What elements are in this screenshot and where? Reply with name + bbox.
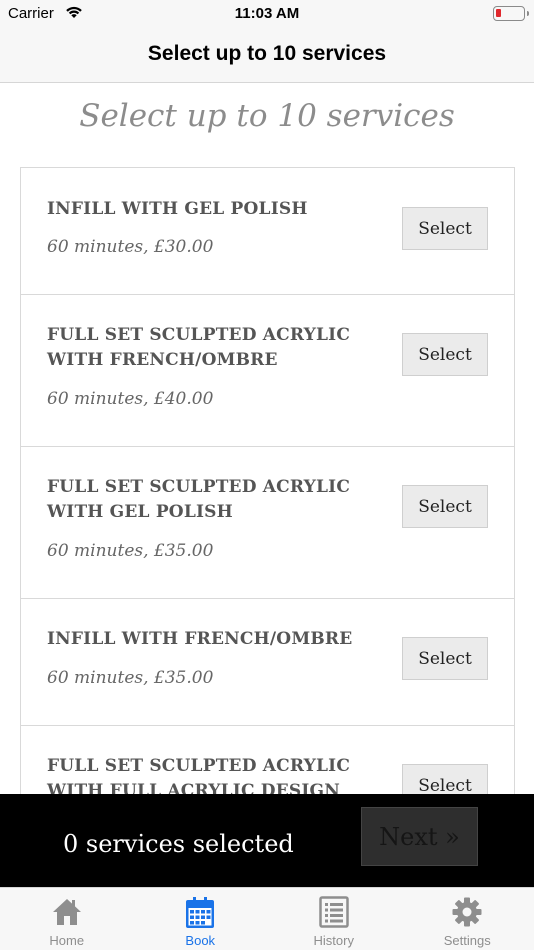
service-duration-price: 60 minutes, £35.00 bbox=[47, 541, 214, 561]
tab-label: History bbox=[313, 933, 354, 948]
service-name: FULL SET SCULPTED ACRYLIC WITH FRENCH/OM… bbox=[47, 325, 351, 370]
gear-icon bbox=[451, 896, 483, 933]
service-name: INFILL WITH GEL POLISH bbox=[47, 199, 308, 219]
clock: 11:03 AM bbox=[234, 5, 300, 22]
tab-settings[interactable]: Settings bbox=[401, 888, 534, 950]
tab-label: Home bbox=[49, 933, 85, 948]
service-row: INFILL WITH FRENCH/OMBRE 60 minutes, £35… bbox=[21, 599, 514, 726]
service-duration-price: 60 minutes, £40.00 bbox=[47, 389, 214, 409]
service-row: FULL SET SCULPTED ACRYLIC WITH FULL ACRY… bbox=[21, 726, 514, 794]
home-icon bbox=[51, 896, 83, 933]
service-name: FULL SET SCULPTED ACRYLIC WITH FULL ACRY… bbox=[47, 756, 351, 794]
nav-title: Select up to 10 services bbox=[147, 42, 387, 65]
tab-label: Book bbox=[185, 933, 216, 948]
navigation-bar: Select up to 10 services bbox=[0, 28, 534, 83]
service-row: FULL SET SCULPTED ACRYLIC WITH FRENCH/OM… bbox=[21, 295, 514, 447]
tab-home[interactable]: Home bbox=[0, 888, 134, 950]
tab-bar: Home Book History Settings bbox=[0, 887, 534, 950]
status-bar: Carrier 11:03 AM bbox=[0, 0, 534, 28]
calendar-icon bbox=[184, 896, 216, 935]
selection-footer: 0 services selected Next » bbox=[0, 794, 534, 887]
page-heading: Select up to 10 services bbox=[79, 98, 455, 134]
select-button[interactable]: Select bbox=[402, 637, 488, 680]
service-row: INFILL WITH GEL POLISH 60 minutes, £30.0… bbox=[21, 168, 514, 295]
service-list: INFILL WITH GEL POLISH 60 minutes, £30.0… bbox=[20, 167, 515, 794]
service-row: FULL SET SCULPTED ACRYLIC WITH GEL POLIS… bbox=[21, 447, 514, 599]
select-button[interactable]: Select bbox=[402, 485, 488, 528]
service-duration-price: 60 minutes, £35.00 bbox=[47, 668, 214, 688]
battery-icon bbox=[493, 6, 529, 21]
select-button[interactable]: Select bbox=[402, 207, 488, 250]
select-button[interactable]: Select bbox=[402, 333, 488, 376]
select-button[interactable]: Select bbox=[402, 764, 488, 794]
services-scroll-view[interactable]: Select up to 10 services INFILL WITH GEL… bbox=[0, 84, 534, 794]
tab-book[interactable]: Book bbox=[134, 888, 268, 950]
next-button[interactable]: Next » bbox=[361, 807, 478, 866]
selected-count-label: 0 services selected bbox=[63, 830, 294, 858]
service-name: FULL SET SCULPTED ACRYLIC WITH GEL POLIS… bbox=[47, 477, 351, 522]
tab-history[interactable]: History bbox=[267, 888, 401, 950]
tab-label: Settings bbox=[443, 933, 491, 948]
service-duration-price: 60 minutes, £30.00 bbox=[47, 237, 214, 257]
list-icon bbox=[319, 896, 349, 933]
service-name: INFILL WITH FRENCH/OMBRE bbox=[47, 629, 353, 649]
